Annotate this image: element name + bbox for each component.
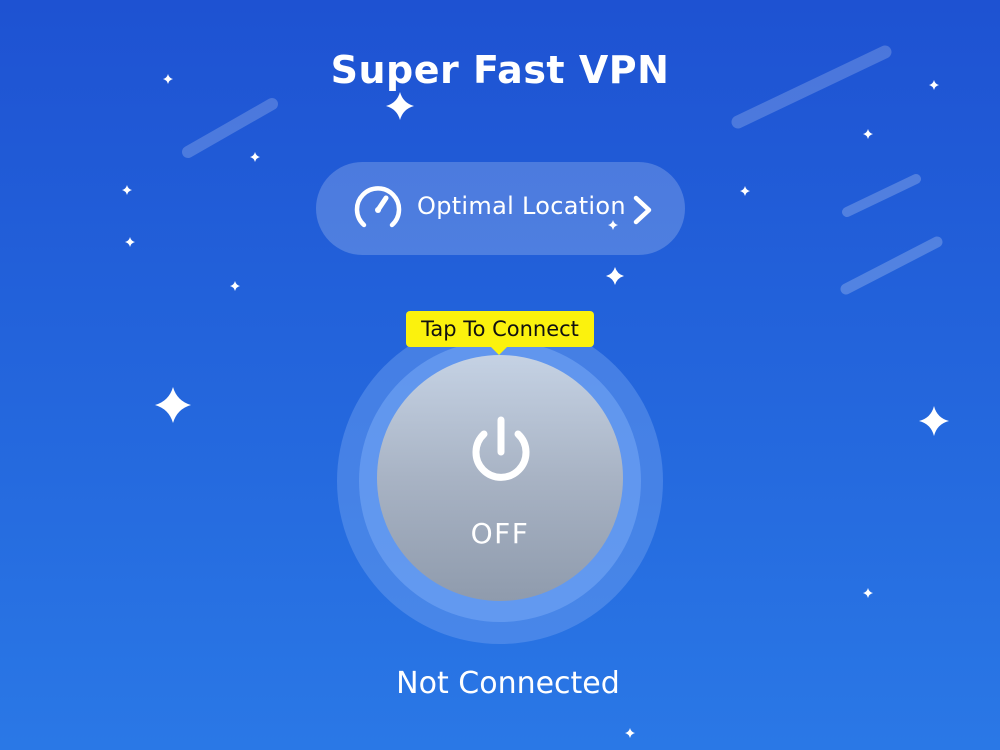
tooltip-pointer xyxy=(490,346,508,355)
sparkle-icon xyxy=(863,588,873,598)
sparkle-icon xyxy=(155,387,191,423)
connection-status-text: Not Connected xyxy=(396,666,620,701)
sparkle-icon xyxy=(386,92,414,120)
location-label: Optimal Location xyxy=(417,192,626,220)
connection-state-label: OFF xyxy=(470,517,530,550)
app-title: Super Fast VPN xyxy=(330,48,670,92)
sparkle-icon xyxy=(230,281,240,291)
sparkle-icon xyxy=(250,152,260,162)
sparkle-icon xyxy=(919,406,949,436)
shooting-star xyxy=(182,98,278,158)
shooting-star xyxy=(840,236,943,295)
sparkle-icon xyxy=(606,267,624,285)
sparkle-icon xyxy=(863,129,873,139)
sparkle-icon xyxy=(625,728,635,738)
speedometer-icon xyxy=(354,186,402,228)
power-icon xyxy=(472,416,530,481)
sparkle-icon xyxy=(122,185,132,195)
chevron-right-icon xyxy=(633,195,652,225)
vpn-main-screen: Super Fast VPN Optimal Location OFF Tap … xyxy=(0,0,1000,750)
sparkle-icon xyxy=(125,237,135,247)
tap-to-connect-tooltip: Tap To Connect xyxy=(406,311,594,347)
sparkle-icon xyxy=(740,186,750,196)
shooting-star xyxy=(842,174,921,217)
